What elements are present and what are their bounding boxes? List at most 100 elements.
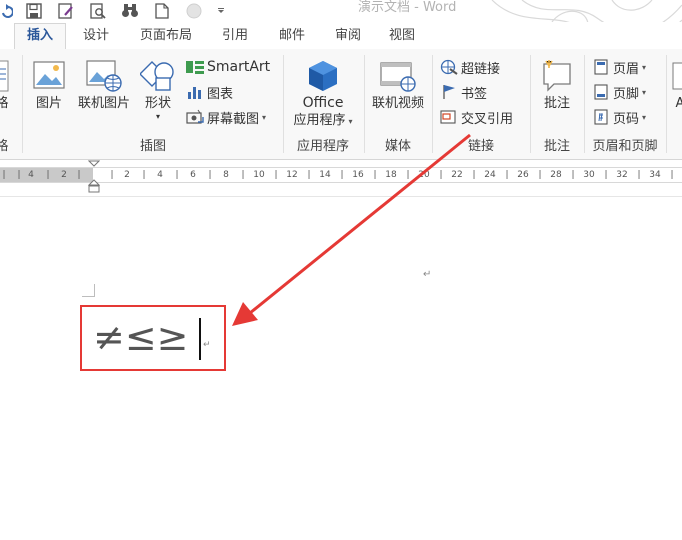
group-separator	[530, 55, 531, 153]
bookmark-flag-icon	[440, 83, 458, 101]
group-separator	[283, 55, 284, 153]
ruler-tick-label: |	[241, 170, 245, 180]
ruler-tick-label: 10	[253, 170, 265, 180]
ruler-tick-label: |	[142, 170, 146, 180]
office-apps-label-line1: Office	[302, 95, 344, 111]
new-document-button[interactable]	[152, 2, 172, 20]
page-number-button[interactable]: 页码 ▾	[592, 107, 646, 127]
comment-label: 批注	[543, 96, 570, 111]
smartart-icon	[186, 58, 204, 76]
tab-page-layout[interactable]: 页面布局	[130, 24, 202, 48]
ruler-area: 4 2 | | | | | 2 4 6 8 10 12 14 16 18 20 …	[0, 160, 682, 197]
ruler-tick-label: 6	[190, 170, 196, 180]
footer-label: 页脚	[613, 86, 640, 102]
cross-reference-button[interactable]: 交叉引用	[440, 107, 513, 127]
header-button[interactable]: 页眉 ▾	[592, 57, 646, 77]
illustrations-group-label: 插图	[139, 139, 166, 154]
edit-button[interactable]	[56, 2, 76, 20]
tab-insert[interactable]: 插入	[14, 23, 66, 50]
text-partial-button[interactable]: A	[670, 57, 682, 112]
online-picture-button[interactable]: 联机图片	[74, 57, 134, 112]
ruler-tick-label: |	[340, 170, 344, 180]
ruler-tick-label: |	[406, 170, 410, 180]
links-group-label: 链接	[467, 139, 494, 154]
ruler-tick-label: 32	[616, 170, 628, 180]
text-partial-label: A	[670, 95, 682, 112]
ruler-tick-label: 4	[28, 170, 34, 180]
office-store-icon	[309, 61, 337, 91]
comment-button[interactable]: 批注	[534, 57, 580, 112]
picture-button[interactable]: 图片	[28, 57, 70, 112]
ruler-tick-label: 28	[550, 170, 562, 180]
record-button[interactable]	[184, 2, 204, 20]
redo-icon	[2, 4, 13, 18]
ruler-tick-label: 34	[649, 170, 661, 180]
footer-button[interactable]: 页脚 ▾	[592, 82, 646, 102]
smartart-button[interactable]: SmartArt	[186, 57, 270, 77]
ruler-tick-label: 8	[223, 170, 229, 180]
document-text[interactable]: ≠≤≥	[93, 315, 189, 359]
screenshot-button[interactable]: 屏幕截图 ▾	[186, 107, 266, 127]
ruler-tick-label: |	[670, 170, 674, 180]
bookmark-label: 书签	[461, 86, 488, 102]
text-box-icon	[672, 62, 682, 90]
ruler-tick-label: |	[373, 170, 377, 180]
page-number-dropdown-caret: ▾	[642, 112, 647, 122]
print-preview-button[interactable]	[88, 2, 108, 20]
online-video-icon	[380, 62, 416, 92]
shapes-button[interactable]: 形状 ▾	[138, 57, 178, 122]
group-separator	[666, 55, 667, 153]
header-footer-group-label: 页眉和页脚	[592, 139, 658, 154]
picture-label: 图片	[35, 96, 62, 111]
screenshot-dropdown-caret: ▾	[262, 112, 267, 122]
online-picture-icon	[86, 60, 122, 92]
find-button[interactable]	[120, 2, 140, 20]
comment-icon	[543, 60, 571, 92]
decorative-swirl	[491, 0, 682, 22]
ruler-tick-label: |	[307, 170, 311, 180]
page-number-icon	[592, 108, 610, 126]
pages-partial-button[interactable]: 格	[0, 57, 12, 112]
tab-design[interactable]: 设计	[74, 24, 118, 48]
document-area[interactable]: ↵ ≠≤≥ ↵	[0, 197, 682, 540]
hyperlink-button[interactable]: 超链接	[440, 57, 500, 77]
ruler-tick-label: 2	[61, 170, 67, 180]
ruler-tick-label: |	[77, 170, 81, 180]
tab-mailings[interactable]: 邮件	[270, 24, 314, 48]
ruler-tick-label: 2	[124, 170, 130, 180]
ruler-tick-label: |	[17, 170, 21, 180]
footer-icon	[592, 83, 610, 101]
chart-button[interactable]: 图表	[186, 82, 233, 102]
footer-dropdown-caret: ▾	[642, 87, 647, 97]
page-icon	[0, 60, 9, 92]
office-apps-button[interactable]: Office 应用程序 ▾	[287, 57, 359, 130]
page-number-label: 页码	[613, 111, 640, 127]
tab-references[interactable]: 引用	[213, 24, 257, 48]
screenshot-label: 屏幕截图	[207, 111, 260, 127]
tab-view[interactable]: 视图	[380, 24, 424, 48]
title-bar: 演示文档 - Word	[0, 0, 682, 22]
pages-partial-label: 格	[0, 95, 12, 112]
dropdown-caret-icon	[218, 8, 224, 13]
header-dropdown-caret: ▾	[642, 62, 647, 72]
office-apps-label-line2: 应用程序 ▾	[293, 113, 353, 128]
redo-button[interactable]	[0, 2, 14, 20]
screenshot-icon	[186, 108, 204, 126]
customize-qat-button[interactable]	[216, 2, 226, 20]
online-video-button[interactable]: 联机视频	[368, 57, 428, 112]
ruler-tick-label: |	[46, 170, 50, 180]
tab-review[interactable]: 审阅	[326, 24, 370, 48]
shapes-dropdown-caret: ▾	[155, 112, 160, 121]
blank-page-icon	[155, 3, 169, 19]
horizontal-ruler[interactable]: 4 2 | | | | | 2 4 6 8 10 12 14 16 18 20 …	[0, 167, 682, 183]
ruler-tick-label: |	[472, 170, 476, 180]
margin-corner-mark	[82, 284, 95, 297]
save-button[interactable]	[24, 2, 44, 20]
bookmark-button[interactable]: 书签	[440, 82, 487, 102]
paragraph-mark-icon: ↵	[203, 340, 211, 350]
indent-marker-icon[interactable]	[88, 160, 100, 194]
picture-icon	[33, 61, 65, 89]
ruler-tick-label: |	[604, 170, 608, 180]
group-separator	[22, 55, 23, 153]
ruler-tick-label: 22	[451, 170, 463, 180]
